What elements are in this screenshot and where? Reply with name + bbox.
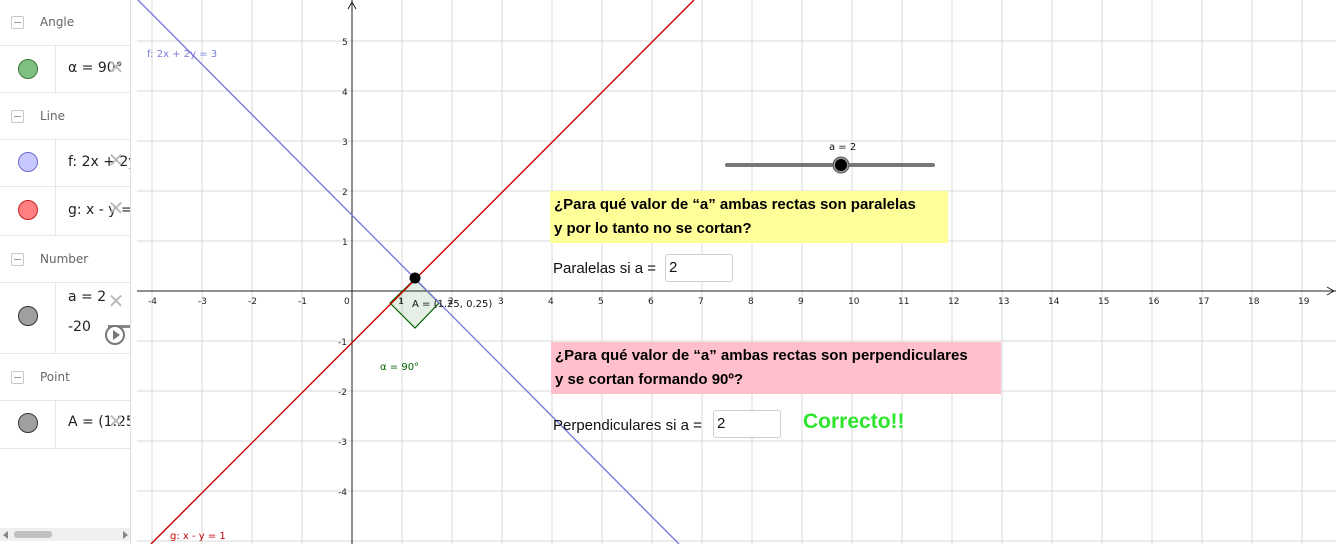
scrollbar-thumb[interactable] xyxy=(14,531,52,538)
x-tick-label: 19 xyxy=(1298,297,1310,307)
delete-icon[interactable]: ✕ xyxy=(107,57,125,77)
x-tick-label: 16 xyxy=(1148,297,1160,307)
x-tick-label: 9 xyxy=(798,297,804,307)
collapse-icon[interactable] xyxy=(11,16,24,29)
parallel-answer-label: Paralelas si a = xyxy=(553,260,656,277)
visibility-toggle[interactable] xyxy=(0,187,56,235)
x-tick-label: -4 xyxy=(148,297,157,307)
x-tick-label: 6 xyxy=(648,297,654,307)
slider-label: a = 2 xyxy=(829,142,856,153)
group-number[interactable]: Number xyxy=(0,237,130,283)
y-tick-label: -2 xyxy=(338,388,347,398)
color-dot-icon[interactable] xyxy=(18,59,38,79)
x-tick-label: 13 xyxy=(998,297,1009,307)
x-tick-label: 7 xyxy=(698,297,704,307)
algebra-item-alpha[interactable]: α = 90° ✕ xyxy=(0,46,130,93)
x-tick-label: 0 xyxy=(344,297,350,307)
play-icon[interactable] xyxy=(105,325,125,345)
y-tick-label: -1 xyxy=(338,338,347,348)
algebra-view: Angle α = 90° ✕ Line f: 2x + 2y ✕ g: x -… xyxy=(0,0,131,544)
y-tick-label: 2 xyxy=(342,188,348,198)
axes xyxy=(137,0,1336,544)
visibility-toggle[interactable] xyxy=(0,140,56,186)
color-dot-icon[interactable] xyxy=(18,306,38,326)
x-tick-label: -3 xyxy=(198,297,207,307)
group-label: Line xyxy=(40,109,66,123)
scroll-right-icon[interactable] xyxy=(123,531,128,539)
x-tick-label: -1 xyxy=(298,297,307,307)
x-tick-label: -2 xyxy=(248,297,257,307)
y-tick-label: -4 xyxy=(338,488,347,498)
color-dot-icon[interactable] xyxy=(18,413,38,433)
perpendicular-answer-input[interactable]: 2 xyxy=(713,410,781,438)
y-tick-label: 1 xyxy=(342,238,348,248)
point-A[interactable] xyxy=(409,272,421,284)
angle-inner-label: 1 xyxy=(399,297,404,306)
group-line[interactable]: Line xyxy=(0,94,130,140)
color-dot-icon[interactable] xyxy=(18,152,38,172)
collapse-icon[interactable] xyxy=(11,253,24,266)
grid xyxy=(137,0,1336,544)
question-line: ¿Para qué valor de “a” ambas rectas son … xyxy=(554,196,916,213)
delete-icon[interactable]: ✕ xyxy=(107,150,125,170)
line-g-label: g: x - y = 1 xyxy=(170,531,226,542)
visibility-toggle[interactable] xyxy=(0,283,56,353)
coordinate-plane[interactable]: -4 -3 -2 -1 0 1 2 3 4 5 6 7 8 9 10 11 12 13 14 15 16 17 18 19 5… xyxy=(137,0,1336,544)
x-tick-label: 12 xyxy=(948,297,959,307)
group-label: Angle xyxy=(40,15,75,29)
question-line: y por lo tanto no se cortan? xyxy=(554,220,752,237)
visibility-toggle[interactable] xyxy=(0,46,56,92)
x-tick-label: 11 xyxy=(898,297,909,307)
x-tick-label: 4 xyxy=(548,297,554,307)
delete-icon[interactable]: ✕ xyxy=(107,198,125,218)
graphics-view[interactable]: -4 -3 -2 -1 0 1 2 3 4 5 6 7 8 9 10 11 12 13 14 15 16 17 18 19 5… xyxy=(137,0,1336,544)
algebra-item-f[interactable]: f: 2x + 2y ✕ xyxy=(0,140,130,187)
x-tick-label: 17 xyxy=(1198,297,1209,307)
x-tick-label: 3 xyxy=(498,297,504,307)
group-point[interactable]: Point xyxy=(0,355,130,401)
angle-label: α = 90° xyxy=(380,362,419,373)
line-f-label: f: 2x + 2y = 3 xyxy=(147,49,217,60)
slider-handle[interactable] xyxy=(835,159,847,171)
x-tick-label: 14 xyxy=(1048,297,1060,307)
y-axis-ticks: 5 4 3 2 1 -1 -2 -3 -4 xyxy=(338,38,348,498)
algebra-item-g[interactable]: g: x - y = ✕ xyxy=(0,187,130,236)
color-dot-icon[interactable] xyxy=(18,200,38,220)
collapse-icon[interactable] xyxy=(11,371,24,384)
perpendicular-answer-label: Perpendiculares si a = xyxy=(553,417,702,434)
question-perpendicular: ¿Para qué valor de “a” ambas rectas son … xyxy=(551,342,1001,394)
x-tick-label: 5 xyxy=(598,297,604,307)
feedback-correct: Correcto!! xyxy=(803,410,905,433)
collapse-icon[interactable] xyxy=(11,110,24,123)
parallel-answer-input[interactable]: 2 xyxy=(665,254,733,282)
y-tick-label: 3 xyxy=(342,138,348,148)
x-tick-label: 8 xyxy=(748,297,754,307)
delete-icon[interactable]: ✕ xyxy=(107,291,125,311)
y-tick-label: 4 xyxy=(342,88,348,98)
scroll-left-icon[interactable] xyxy=(3,531,8,539)
group-label: Number xyxy=(40,252,89,266)
algebra-item-A[interactable]: A = (1.25, ✕ xyxy=(0,401,130,449)
delete-icon[interactable]: ✕ xyxy=(107,411,125,431)
x-tick-label: 15 xyxy=(1098,297,1109,307)
question-line: ¿Para qué valor de “a” ambas rectas son … xyxy=(555,347,968,364)
question-line: y se cortan formando 90º? xyxy=(555,371,744,388)
x-tick-label: 10 xyxy=(848,297,860,307)
y-tick-label: 5 xyxy=(342,38,348,48)
group-angle[interactable]: Angle xyxy=(0,0,130,46)
question-parallel: ¿Para qué valor de “a” ambas rectas son … xyxy=(550,191,948,243)
group-label: Point xyxy=(40,370,70,384)
visibility-toggle[interactable] xyxy=(0,401,56,448)
x-tick-label: 18 xyxy=(1248,297,1260,307)
point-A-label: A = (1.25, 0.25) xyxy=(412,299,492,310)
horizontal-scrollbar[interactable] xyxy=(0,528,130,541)
x-axis-ticks: -4 -3 -2 -1 0 1 2 3 4 5 6 7 8 9 10 11 12 13 14 15 16 17 18 19 xyxy=(148,297,1310,307)
y-tick-label: -3 xyxy=(338,438,347,448)
